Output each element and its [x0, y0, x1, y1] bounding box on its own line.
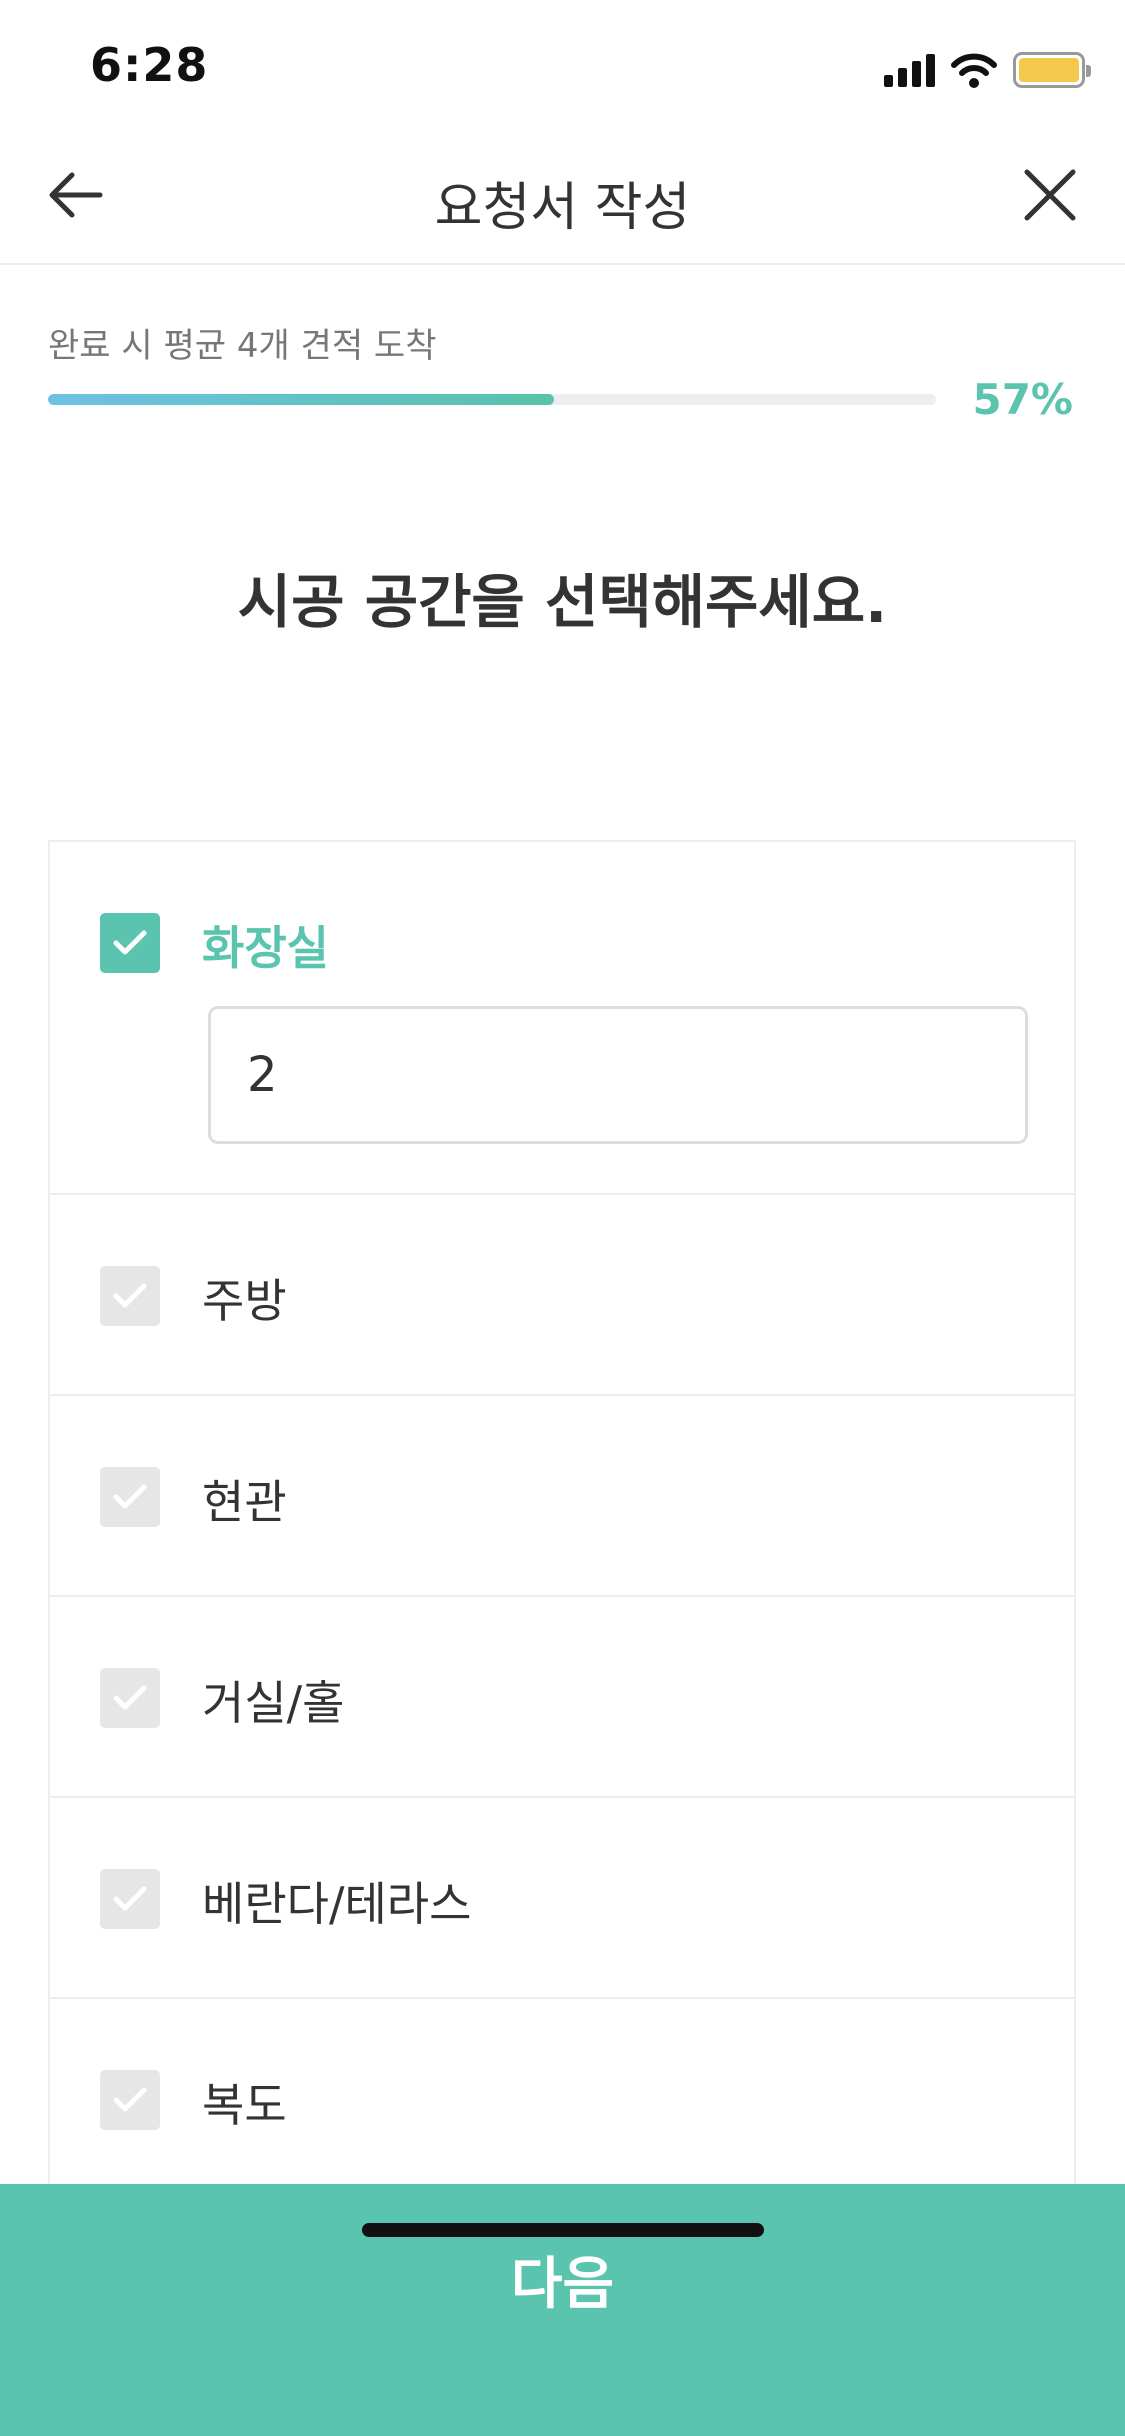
check-icon	[113, 2087, 147, 2112]
question-title: 시공 공간을 선택해주세요.	[237, 568, 888, 636]
nav-bar: 요청서 작성	[0, 135, 1125, 265]
bathroom-count-input[interactable]	[208, 1006, 1028, 1144]
check-icon	[113, 1484, 147, 1509]
next-button-label: 다음	[510, 2252, 615, 2315]
next-button[interactable]: 다음	[0, 2184, 1125, 2436]
option-bathroom[interactable]: 화장실	[50, 842, 1074, 1195]
check-icon	[113, 1886, 147, 1911]
status-time: 6:28	[90, 38, 209, 92]
page-title: 요청서 작성	[434, 178, 691, 238]
option-entrance[interactable]: 현관	[50, 1396, 1074, 1597]
progress-caption: 완료 시 평균 4개 견적 도착	[48, 326, 437, 366]
check-icon	[113, 1283, 147, 1308]
option-hallway[interactable]: 복도	[50, 1999, 1074, 2200]
checkbox-checked[interactable]	[100, 913, 160, 973]
close-button[interactable]	[1015, 160, 1085, 230]
battery-level	[1019, 58, 1079, 82]
signal-icon	[884, 53, 935, 87]
checkbox-unchecked[interactable]	[100, 1668, 160, 1728]
option-living-room[interactable]: 거실/홀	[50, 1597, 1074, 1798]
option-label: 주방	[202, 1274, 287, 1328]
status-bar: 6:28	[0, 0, 1125, 135]
checkbox-unchecked[interactable]	[100, 2070, 160, 2130]
wifi-icon	[951, 53, 997, 88]
status-icons	[884, 48, 1091, 92]
home-indicator	[362, 2223, 764, 2237]
space-options-list: 화장실 주방 현관 거실/홀 베란다/테라스	[48, 840, 1076, 2200]
option-label: 현관	[202, 1475, 287, 1529]
checkbox-unchecked[interactable]	[100, 1467, 160, 1527]
option-label: 화장실	[202, 921, 329, 975]
checkbox-unchecked[interactable]	[100, 1266, 160, 1326]
progress-fill	[48, 394, 555, 405]
battery-icon	[1013, 52, 1091, 88]
check-icon	[113, 1685, 147, 1710]
option-kitchen[interactable]: 주방	[50, 1195, 1074, 1396]
option-balcony[interactable]: 베란다/테라스	[50, 1798, 1074, 1999]
progress-bar	[48, 394, 936, 405]
check-icon	[113, 930, 147, 955]
checkbox-unchecked[interactable]	[100, 1869, 160, 1929]
close-icon	[1024, 169, 1076, 221]
option-label: 베란다/테라스	[202, 1877, 472, 1931]
option-label: 거실/홀	[202, 1676, 345, 1730]
progress-percent: 57%	[972, 375, 1073, 424]
option-label: 복도	[202, 2078, 287, 2132]
